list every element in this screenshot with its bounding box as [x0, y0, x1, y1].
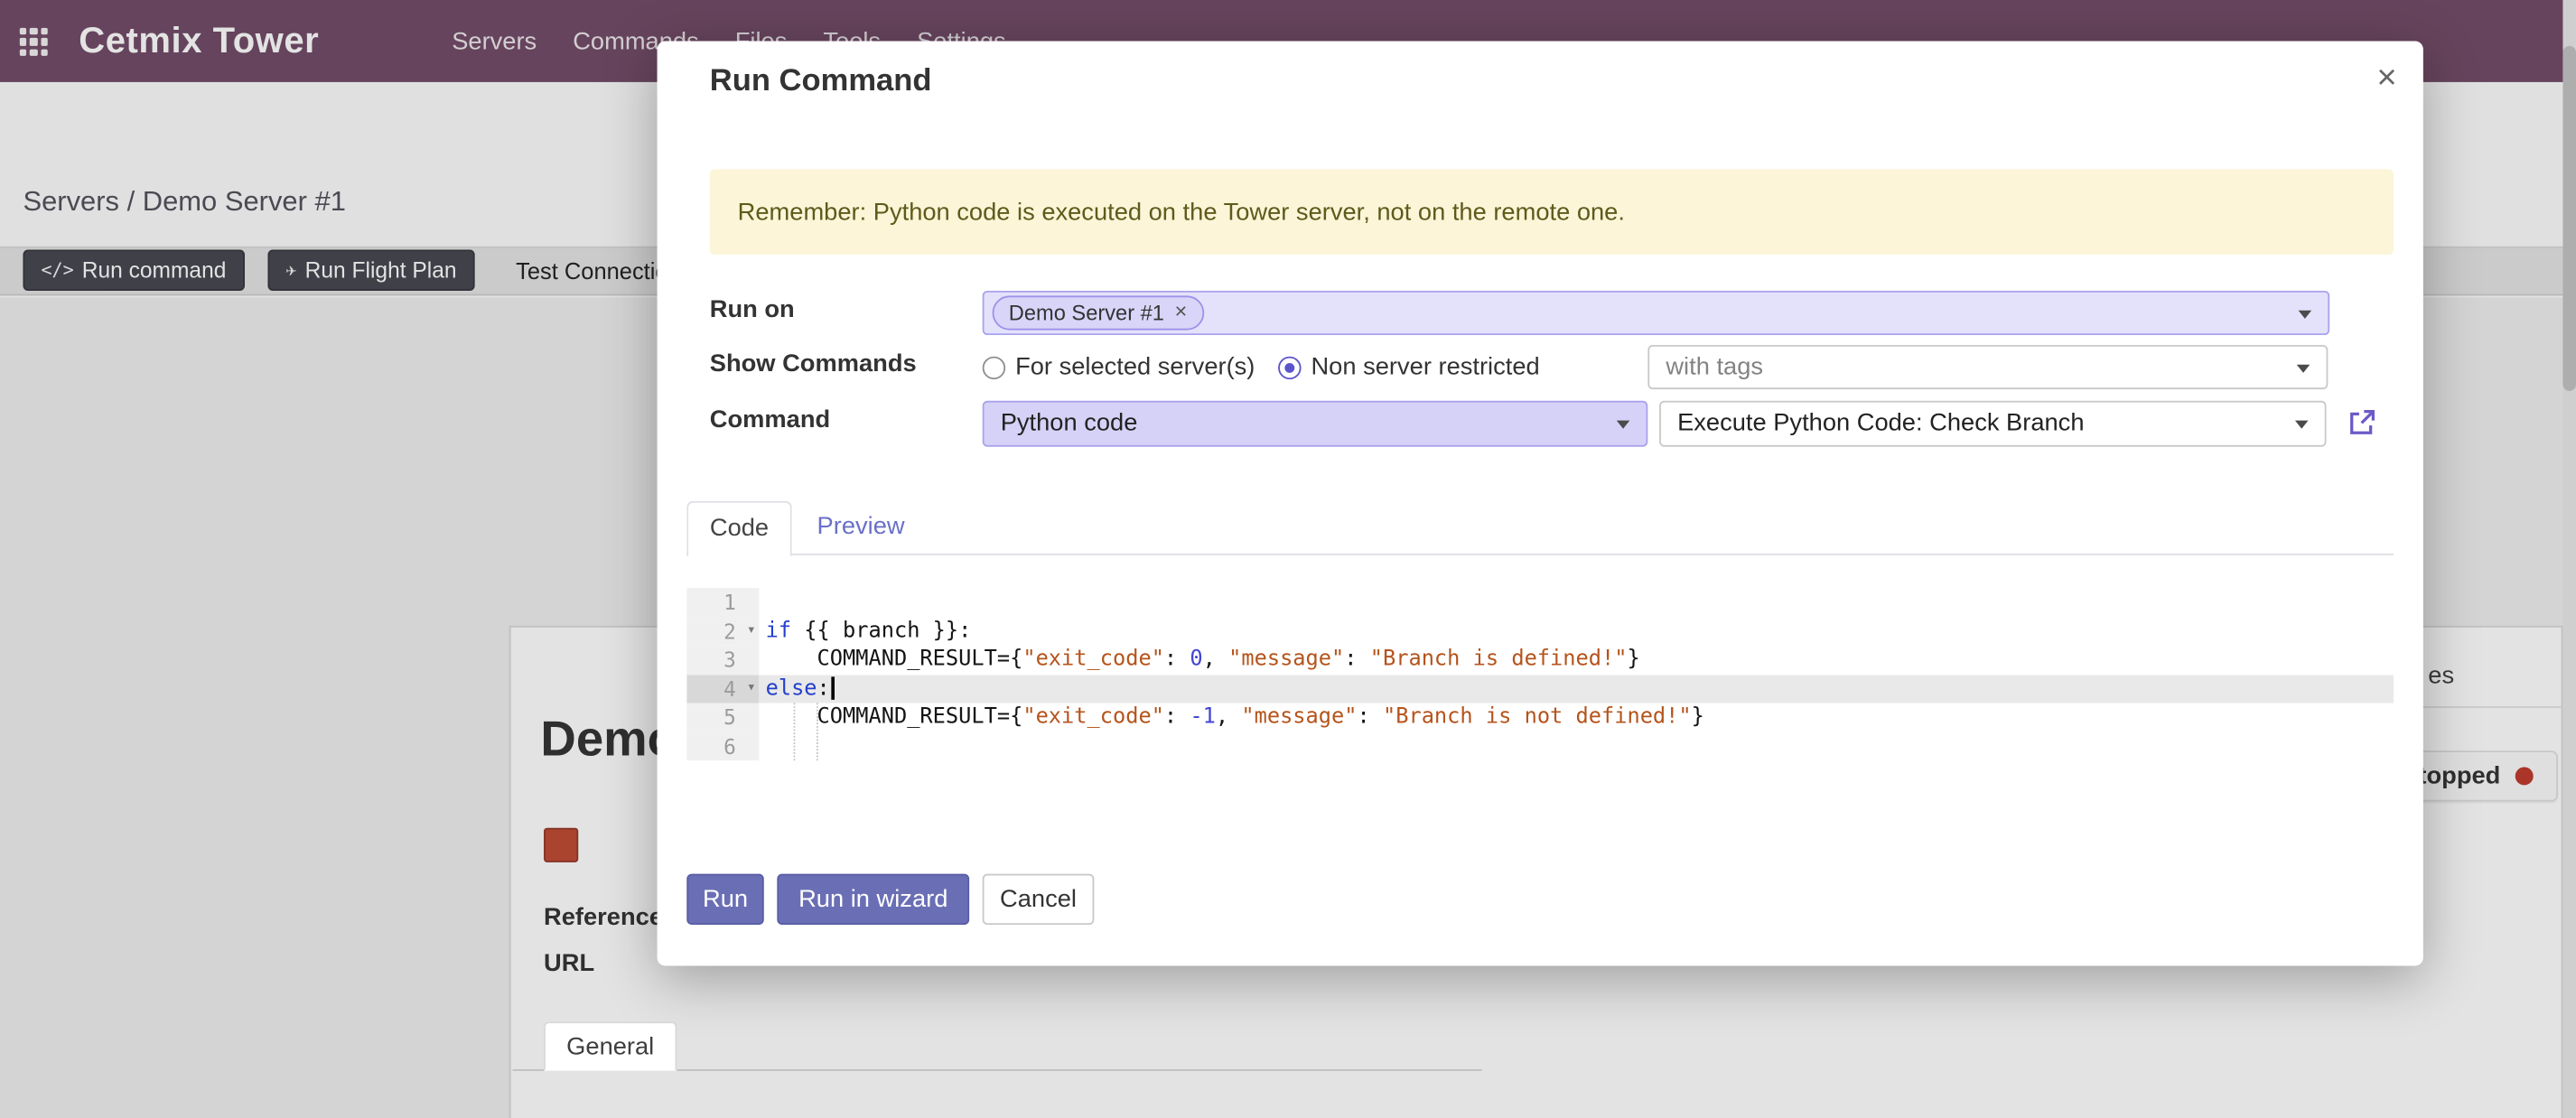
code-line[interactable]: COMMAND_RESULT={"exit_code": 0, "message…	[759, 646, 2394, 675]
code-line[interactable]	[759, 588, 2394, 617]
with-tags-select[interactable]: with tags	[1647, 345, 2328, 389]
gutter-cell: 4▾	[686, 675, 759, 703]
chevron-down-icon	[2297, 364, 2310, 372]
modal-title: Run Command	[710, 64, 932, 100]
indent-guide	[794, 703, 796, 760]
command-type-value: Python code	[1001, 409, 1138, 437]
server-chip-label: Demo Server #1	[1009, 301, 1164, 325]
code-line[interactable]: if {{ branch }}:	[759, 617, 2394, 646]
gutter-cell: 6	[686, 731, 759, 760]
gutter-cell: 2▾	[686, 617, 759, 646]
run-in-wizard-button[interactable]: Run in wizard	[777, 874, 969, 925]
editor-code-lines: if {{ branch }}: COMMAND_RESULT={"exit_c…	[759, 588, 2394, 760]
screen: Cetmix Tower Servers Commands Files Tool…	[0, 0, 2576, 1118]
text-cursor	[832, 676, 835, 699]
command-label: Command	[710, 405, 830, 433]
tab-preview[interactable]: Preview	[802, 501, 920, 555]
indent-guide	[817, 703, 818, 760]
command-type-select[interactable]: Python code	[983, 401, 1648, 447]
external-link-icon[interactable]	[2345, 405, 2379, 440]
run-on-select[interactable]: Demo Server #1 ✕	[983, 291, 2329, 335]
close-icon[interactable]: ×	[2376, 56, 2396, 102]
with-tags-placeholder: with tags	[1666, 353, 1763, 381]
gutter-cell: 1	[686, 588, 759, 617]
command-select-value: Execute Python Code: Check Branch	[1677, 409, 2084, 437]
warning-alert: Remember: Python code is executed on the…	[710, 169, 2394, 255]
editor-gutter: 12▾34▾56	[686, 588, 759, 760]
fold-arrow-icon[interactable]: ▾	[747, 617, 756, 646]
chevron-down-icon	[2299, 310, 2312, 318]
tab-general[interactable]: General	[544, 1021, 677, 1071]
run-button[interactable]: Run	[686, 874, 763, 925]
show-commands-label: Show Commands	[710, 349, 917, 377]
gutter-cell: 3	[686, 646, 759, 675]
code-editor[interactable]: 12▾34▾56 if {{ branch }}: COMMAND_RESULT…	[686, 583, 2394, 784]
code-line[interactable]: else:	[759, 675, 2394, 703]
fold-arrow-icon[interactable]: ▾	[747, 675, 756, 703]
radio-for-selected-servers[interactable]	[983, 357, 1005, 379]
radio-non-server-restricted[interactable]	[1278, 357, 1301, 379]
radio-label-non-server-restricted[interactable]: Non server restricted	[1311, 353, 1539, 381]
run-command-modal: Run Command × Remember: Python code is e…	[658, 41, 2423, 965]
chevron-down-icon	[1617, 421, 1630, 429]
radio-label-for-selected-servers[interactable]: For selected server(s)	[1015, 353, 1255, 381]
code-line[interactable]: COMMAND_RESULT={"exit_code": -1, "messag…	[759, 703, 2394, 731]
gutter-cell: 5	[686, 703, 759, 731]
run-on-label: Run on	[710, 295, 795, 323]
server-chip[interactable]: Demo Server #1 ✕	[993, 295, 1205, 330]
chevron-down-icon	[2295, 421, 2309, 429]
code-line[interactable]	[759, 731, 2394, 760]
tab-code[interactable]: Code	[686, 501, 791, 557]
chip-remove-icon[interactable]: ✕	[1174, 303, 1188, 321]
command-select[interactable]: Execute Python Code: Check Branch	[1659, 401, 2326, 447]
editor-tabs: Code Preview	[686, 501, 2394, 555]
cancel-button[interactable]: Cancel	[983, 874, 1095, 925]
